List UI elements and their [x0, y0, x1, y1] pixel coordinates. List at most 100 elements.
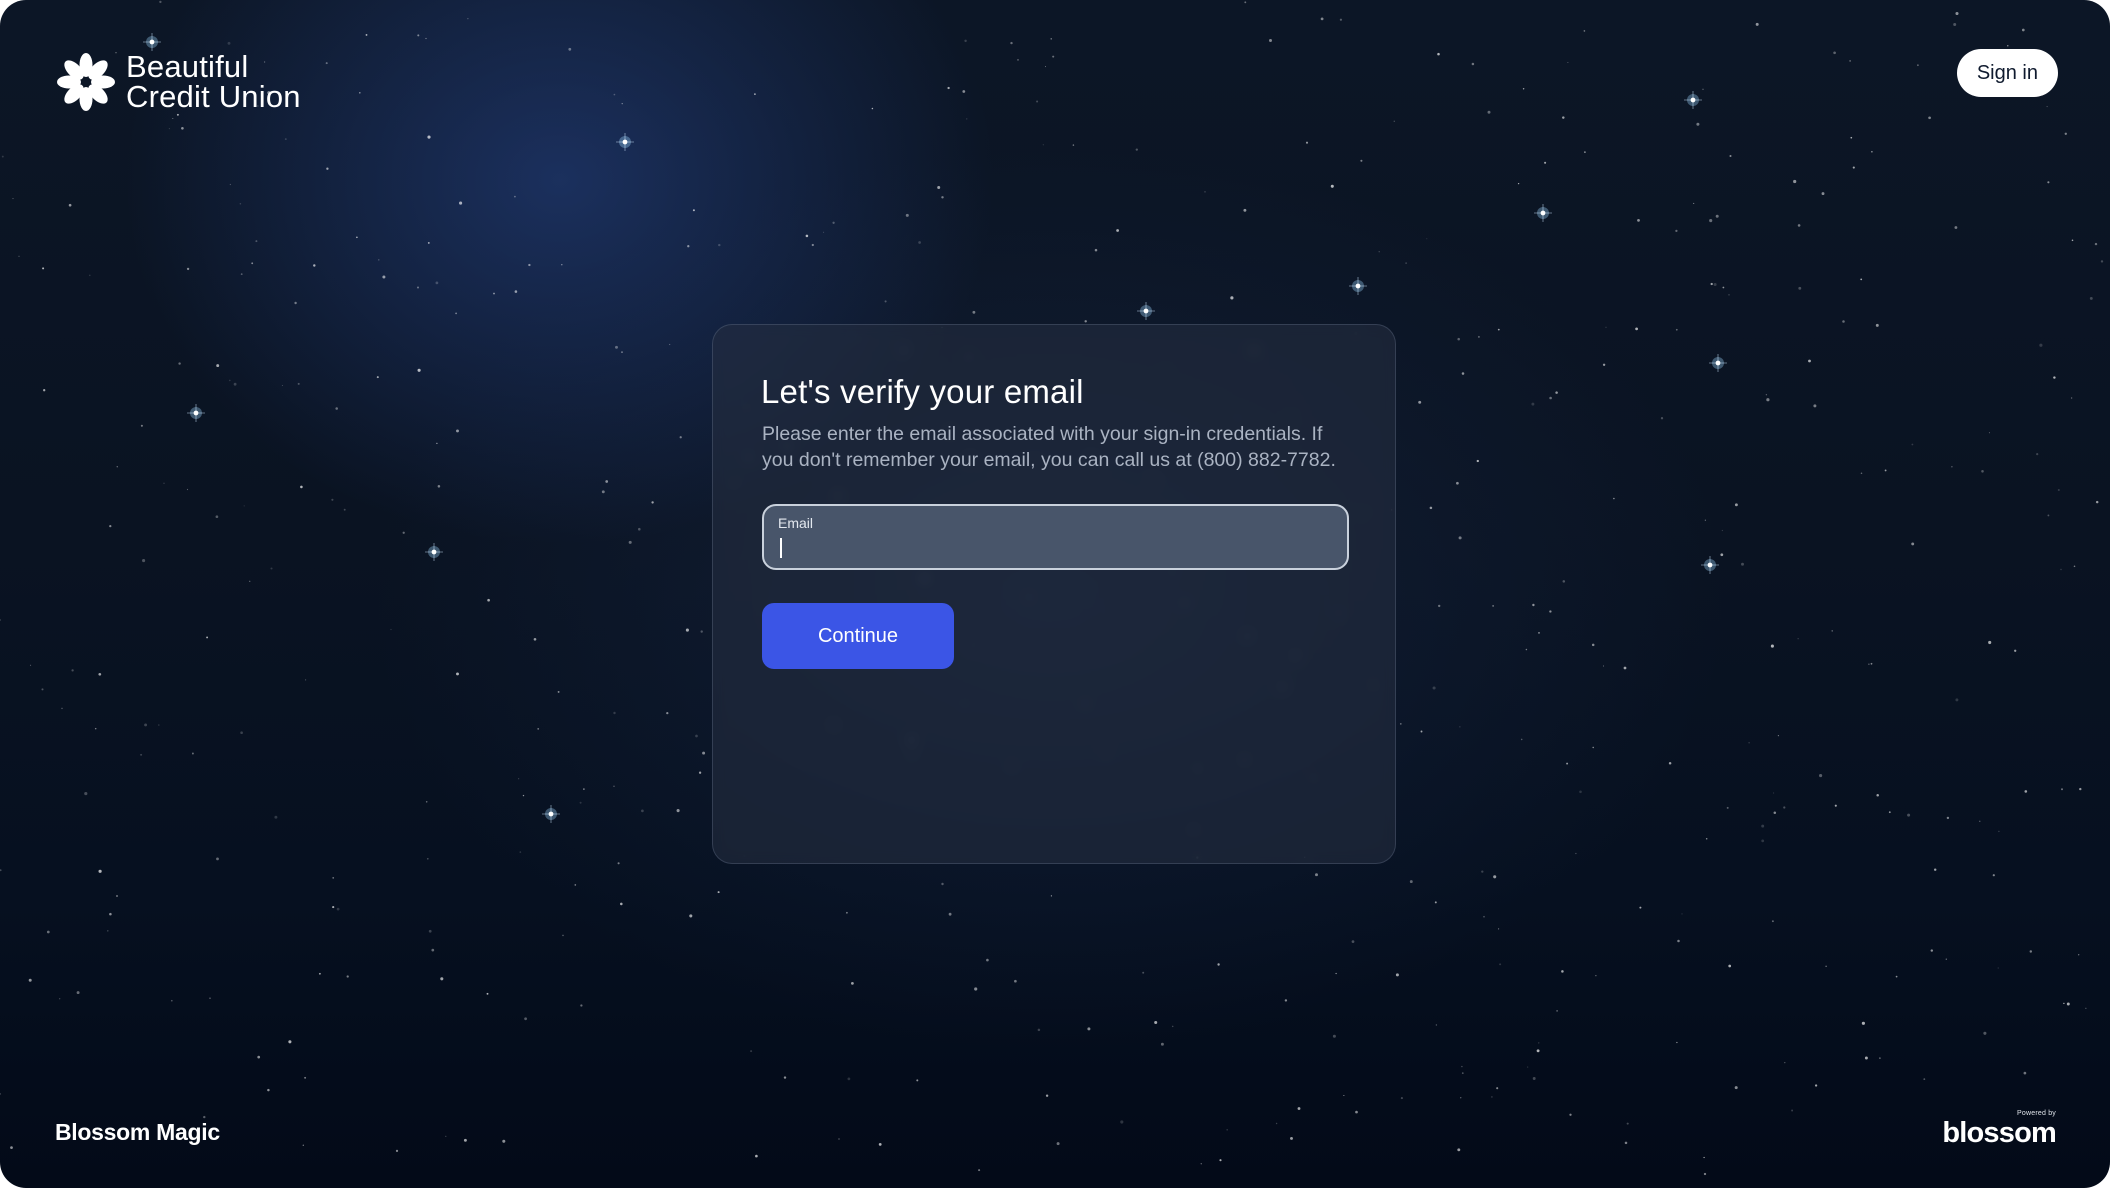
star	[695, 734, 698, 738]
star	[346, 975, 349, 978]
star	[1635, 327, 1638, 331]
star	[46, 930, 50, 934]
star	[305, 679, 307, 681]
bright-star	[425, 543, 443, 561]
star	[685, 628, 689, 632]
star	[1395, 973, 1399, 977]
star	[2060, 568, 2062, 571]
star	[1120, 1120, 1124, 1124]
star	[2046, 106, 2048, 108]
star	[1461, 372, 1465, 375]
star	[1399, 723, 1402, 725]
star	[486, 992, 489, 995]
star	[170, 999, 173, 1002]
star	[228, 379, 231, 382]
star	[1930, 949, 1934, 952]
star	[1821, 192, 1825, 196]
star	[522, 794, 525, 797]
star	[1355, 1110, 1358, 1114]
star	[1773, 811, 1777, 814]
star	[978, 1169, 981, 1172]
star	[390, 628, 392, 631]
star	[1842, 320, 1845, 323]
star	[2064, 132, 2067, 135]
star	[1592, 746, 1594, 749]
star	[1204, 191, 1206, 193]
star	[1556, 1010, 1558, 1012]
star	[832, 221, 835, 224]
star	[1536, 1049, 1540, 1053]
star	[1602, 665, 1605, 667]
star	[2057, 488, 2060, 492]
star	[1998, 830, 2000, 833]
star	[698, 771, 702, 774]
star	[436, 442, 438, 445]
star	[621, 103, 623, 105]
star	[1808, 359, 1811, 363]
star	[689, 914, 693, 918]
verify-email-card: Let's verify your email Please enter the…	[712, 324, 1396, 864]
star	[42, 267, 45, 270]
star	[1532, 603, 1535, 607]
star	[343, 508, 346, 511]
star	[687, 245, 690, 248]
star	[641, 809, 644, 813]
star	[2071, 239, 2074, 242]
star	[1315, 873, 1318, 877]
star	[1142, 971, 1145, 974]
email-field[interactable]: Email	[762, 504, 1349, 570]
star	[1917, 64, 1919, 67]
star	[1997, 967, 1999, 969]
star	[1624, 1141, 1628, 1145]
star	[1783, 806, 1786, 809]
star	[514, 195, 516, 198]
star	[445, 1135, 447, 1137]
star	[1954, 226, 1958, 229]
star	[1871, 151, 1873, 153]
star	[2095, 500, 2099, 504]
star	[1734, 503, 1738, 507]
star	[579, 801, 582, 804]
star	[1160, 1042, 1164, 1046]
star	[1583, 30, 1586, 32]
star	[1720, 553, 1724, 557]
star	[2047, 514, 2050, 517]
sign-in-button[interactable]: Sign in	[1956, 49, 2058, 97]
star	[2079, 787, 2082, 791]
email-input[interactable]	[778, 534, 1328, 560]
star	[12, 198, 14, 200]
star	[1458, 536, 1462, 540]
star	[972, 310, 976, 314]
star	[181, 127, 184, 130]
star	[1895, 975, 1898, 978]
star	[2094, 242, 2098, 246]
star	[2039, 343, 2043, 347]
star	[325, 62, 328, 65]
star	[487, 598, 490, 602]
star	[1330, 184, 1334, 188]
star	[613, 785, 615, 787]
star	[140, 753, 143, 756]
star	[1087, 1027, 1091, 1031]
continue-button[interactable]: Continue	[762, 603, 954, 669]
star	[1860, 278, 1863, 281]
star	[68, 203, 72, 207]
star	[1668, 761, 1672, 765]
star	[302, 1144, 304, 1146]
star	[1275, 1122, 1278, 1125]
star	[1343, 1094, 1345, 1097]
star	[2100, 260, 2104, 263]
star	[163, 482, 165, 484]
star	[243, 505, 245, 507]
powered-by-logo[interactable]: Powered by blossom	[1942, 1110, 2056, 1148]
star	[71, 669, 74, 672]
bright-star	[1709, 354, 1727, 372]
brand-logo-link[interactable]: Beautiful Credit Union	[54, 50, 301, 114]
email-field-label: Email	[778, 515, 814, 531]
star	[2070, 397, 2073, 399]
star	[823, 231, 825, 233]
star	[1677, 939, 1680, 943]
star	[1773, 792, 1775, 794]
star	[1052, 55, 1055, 58]
star	[1951, 466, 1953, 468]
